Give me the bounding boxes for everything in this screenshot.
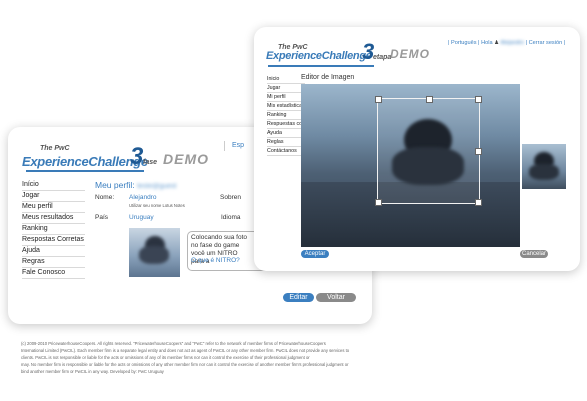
nitro-help-link[interactable]: O que é NITRO? bbox=[191, 257, 240, 264]
logo-pre: The PwC bbox=[40, 145, 70, 152]
logout-link[interactable]: | Cerrar sesión | bbox=[526, 40, 566, 46]
sidebar-menu: Início Jogar Meu perfil Meus resultados Rank… bbox=[22, 180, 85, 279]
user-name: Alejandro bbox=[500, 40, 525, 46]
profile-photo[interactable] bbox=[129, 228, 180, 277]
sidebar-item[interactable]: Ayuda bbox=[267, 129, 305, 138]
crop-handle-top[interactable] bbox=[426, 96, 433, 103]
sidebar-item[interactable]: Jugar bbox=[267, 84, 305, 93]
sidebar-menu: Inicio Jugar Mi perfil Mis estadísticas Rank… bbox=[267, 75, 318, 156]
footer-line: International Limited (PwCIL). Each memb… bbox=[21, 348, 350, 353]
accept-button[interactable]: Aceptar bbox=[301, 250, 329, 258]
language-link[interactable]: Esp bbox=[232, 142, 244, 149]
legal-footer: (c) 2009-2010 PricewaterhouseCoopers. Al… bbox=[21, 340, 366, 375]
sidebar-item[interactable]: Ranking bbox=[267, 111, 305, 120]
language-label: Idioma bbox=[221, 214, 241, 221]
preview-thumbnail bbox=[522, 144, 566, 189]
user-icon: ♟ bbox=[494, 40, 500, 46]
edit-button[interactable]: Editar bbox=[283, 293, 314, 302]
crop-handle-bottom-right[interactable] bbox=[475, 199, 482, 206]
image-editor-window: The PwC ExperienceChallenge 3 etapa DEMO… bbox=[254, 27, 580, 271]
country-value: Uruguay bbox=[129, 214, 154, 221]
logo-underline bbox=[26, 170, 144, 172]
sidebar-item[interactable]: Inicio bbox=[267, 75, 305, 84]
footer-line: clients. PwCIL is not responsible or lia… bbox=[21, 355, 310, 360]
profile-title-text: Meu perfil: bbox=[95, 180, 135, 190]
footer-line: bind another member firm or PwCIL in any… bbox=[21, 369, 164, 374]
subject-body-blur bbox=[392, 147, 464, 185]
crop-selection[interactable] bbox=[375, 96, 482, 206]
demo-label: DEMO bbox=[390, 47, 430, 61]
country-label: País bbox=[95, 214, 109, 221]
profile-email: teste@guest bbox=[137, 183, 177, 190]
logo-underline bbox=[268, 65, 374, 67]
sidebar-item[interactable]: Jogar bbox=[22, 191, 85, 202]
sidebar-item[interactable]: Meus resultados bbox=[22, 213, 85, 224]
profile-title: Meu perfil: teste@guest bbox=[95, 180, 176, 190]
sidebar-item[interactable]: Mis estadísticas bbox=[267, 102, 305, 111]
logo-suffix: etapa bbox=[373, 54, 392, 61]
logo-main: ExperienceChallenge bbox=[266, 50, 372, 62]
language-link[interactable]: | Português | Hola bbox=[448, 40, 493, 46]
name-hint: Utilizar seu nome Lotus Notes bbox=[129, 203, 185, 208]
sidebar-item[interactable]: Ajuda bbox=[22, 246, 85, 257]
crop-handle-top-right[interactable] bbox=[475, 96, 482, 103]
name-label: Nome: bbox=[95, 194, 115, 201]
crop-handle-top-left[interactable] bbox=[375, 96, 382, 103]
cancel-button[interactable]: Cancelar bbox=[520, 250, 548, 258]
sidebar-item[interactable]: Mi perfil bbox=[267, 93, 305, 102]
editor-title: Editor de Imagen bbox=[301, 74, 355, 81]
footer-line: may. No member firm is responsible or li… bbox=[21, 362, 349, 367]
sidebar-item[interactable]: Contáctanos bbox=[267, 147, 305, 156]
demo-label: DEMO bbox=[163, 151, 209, 167]
sidebar-item[interactable]: Ranking bbox=[22, 224, 85, 235]
sidebar-item[interactable]: Regras bbox=[22, 257, 85, 268]
sidebar-item[interactable]: Respuestas correctas bbox=[267, 120, 318, 129]
name-value: Alejandro bbox=[129, 194, 157, 201]
image-canvas[interactable] bbox=[301, 84, 520, 247]
sidebar-item[interactable]: Fale Conosco bbox=[22, 268, 85, 279]
logo-suffix: fase bbox=[143, 159, 158, 166]
surname-label: Sobren bbox=[220, 194, 241, 201]
top-links: | Português | Hola ♟ Alejandro | Cerrar … bbox=[448, 40, 565, 46]
logo-number: 3 bbox=[130, 143, 144, 170]
sidebar-item[interactable]: Início bbox=[22, 180, 85, 191]
back-button[interactable]: Voltar bbox=[316, 293, 356, 302]
crop-handle-right[interactable] bbox=[475, 148, 482, 155]
sidebar-item[interactable]: Meu perfil bbox=[22, 202, 85, 213]
sidebar-item[interactable]: Respostas Corretas bbox=[22, 235, 85, 246]
top-divider bbox=[224, 141, 225, 151]
crop-handle-bottom-left[interactable] bbox=[375, 199, 382, 206]
logo-number: 3 bbox=[362, 39, 375, 64]
footer-line: (c) 2009-2010 PricewaterhouseCoopers. Al… bbox=[21, 341, 326, 346]
logo-main: ExperienceChallenge bbox=[22, 154, 148, 169]
sidebar-item[interactable]: Reglas bbox=[267, 138, 305, 147]
